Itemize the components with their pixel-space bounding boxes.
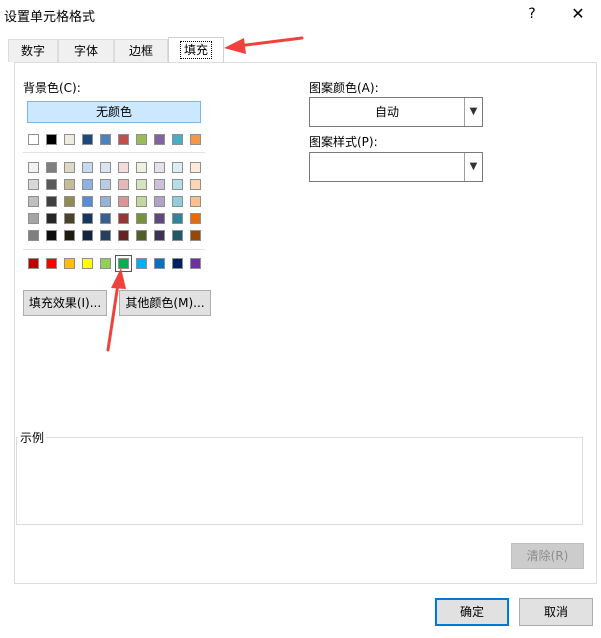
tab-border[interactable]: 边框 — [114, 39, 168, 62]
standard-color-swatch[interactable] — [136, 258, 147, 269]
standard-color-swatch[interactable] — [28, 258, 39, 269]
palette-divider — [23, 152, 205, 153]
theme-shade-swatch[interactable] — [64, 162, 75, 173]
theme-shade-swatch[interactable] — [100, 196, 111, 207]
theme-color-swatch[interactable] — [172, 134, 183, 145]
theme-shade-swatch[interactable] — [46, 196, 57, 207]
tab-font[interactable]: 字体 — [58, 39, 114, 62]
chevron-down-icon[interactable]: ▼ — [464, 153, 482, 181]
theme-shade-swatch[interactable] — [82, 230, 93, 241]
theme-shade-swatch[interactable] — [28, 162, 39, 173]
pattern-color-label: 图案颜色(A): — [309, 81, 379, 95]
standard-color-swatch[interactable] — [115, 255, 132, 272]
theme-shade-swatch[interactable] — [64, 230, 75, 241]
theme-shade-swatch[interactable] — [172, 196, 183, 207]
clear-button[interactable]: 清除(R) — [511, 543, 584, 569]
theme-shade-swatch[interactable] — [64, 213, 75, 224]
standard-color-swatch[interactable] — [172, 258, 183, 269]
standard-color-swatch[interactable] — [190, 258, 201, 269]
help-button[interactable]: ? — [520, 3, 544, 25]
theme-shade-swatch[interactable] — [118, 196, 129, 207]
standard-color-swatch[interactable] — [64, 258, 75, 269]
theme-shade-swatch[interactable] — [82, 179, 93, 190]
theme-shade-swatch[interactable] — [46, 213, 57, 224]
theme-color-swatch[interactable] — [28, 134, 39, 145]
theme-shade-swatch[interactable] — [64, 196, 75, 207]
theme-shade-swatch[interactable] — [190, 196, 201, 207]
dialog-title: 设置单元格格式 — [4, 10, 96, 25]
theme-shade-swatch[interactable] — [28, 179, 39, 190]
pattern-style-select[interactable]: ▼ — [309, 152, 483, 182]
theme-shade-swatch[interactable] — [28, 230, 39, 241]
standard-color-swatch[interactable] — [100, 258, 111, 269]
theme-shade-swatch[interactable] — [154, 196, 165, 207]
theme-shade-swatch[interactable] — [172, 179, 183, 190]
theme-shade-swatch[interactable] — [82, 196, 93, 207]
theme-shade-swatch[interactable] — [100, 213, 111, 224]
standard-color-swatch[interactable] — [82, 258, 93, 269]
theme-shade-swatch[interactable] — [118, 162, 129, 173]
pattern-color-select[interactable]: 自动 ▼ — [309, 97, 483, 127]
pattern-style-label: 图案样式(P): — [309, 135, 378, 149]
theme-shade-swatch[interactable] — [100, 230, 111, 241]
theme-shade-swatch[interactable] — [82, 213, 93, 224]
theme-shade-swatch[interactable] — [64, 179, 75, 190]
theme-shade-swatch[interactable] — [82, 162, 93, 173]
fill-effects-button[interactable]: 填充效果(I)... — [23, 290, 107, 316]
theme-color-swatch[interactable] — [82, 134, 93, 145]
theme-shade-swatch[interactable] — [154, 213, 165, 224]
theme-shade-swatch[interactable] — [118, 213, 129, 224]
theme-shade-swatch[interactable] — [154, 162, 165, 173]
ok-button[interactable]: 确定 — [435, 598, 509, 626]
theme-shade-swatch[interactable] — [118, 230, 129, 241]
close-button[interactable]: ✕ — [566, 3, 590, 25]
chevron-down-icon[interactable]: ▼ — [464, 98, 482, 126]
standard-color-swatch[interactable] — [46, 258, 57, 269]
theme-color-swatch[interactable] — [46, 134, 57, 145]
theme-shade-swatch[interactable] — [190, 213, 201, 224]
theme-color-swatch[interactable] — [190, 134, 201, 145]
theme-color-swatch[interactable] — [154, 134, 165, 145]
theme-shade-swatch[interactable] — [136, 196, 147, 207]
theme-shade-swatch[interactable] — [100, 162, 111, 173]
theme-shade-swatch[interactable] — [136, 162, 147, 173]
standard-color-swatch[interactable] — [154, 258, 165, 269]
theme-shade-swatch[interactable] — [100, 179, 111, 190]
pattern-color-value: 自动 — [374, 105, 399, 119]
theme-color-swatch[interactable] — [136, 134, 147, 145]
theme-shade-swatch[interactable] — [46, 162, 57, 173]
theme-shade-swatch[interactable] — [28, 196, 39, 207]
tab-fill[interactable]: 填充 — [168, 37, 224, 62]
palette-divider — [23, 249, 205, 250]
theme-shade-swatch[interactable] — [136, 230, 147, 241]
theme-shade-swatch[interactable] — [172, 230, 183, 241]
theme-shade-swatch[interactable] — [154, 179, 165, 190]
theme-shade-swatch[interactable] — [46, 179, 57, 190]
theme-shade-swatch[interactable] — [190, 230, 201, 241]
title-bar: 设置单元格格式 ? ✕ — [0, 0, 601, 30]
background-color-label: 背景色(C): — [23, 81, 81, 95]
tab-number[interactable]: 数字 — [8, 39, 58, 62]
theme-color-swatch[interactable] — [100, 134, 111, 145]
theme-shade-swatch[interactable] — [28, 213, 39, 224]
cancel-button[interactable]: 取消 — [519, 598, 593, 626]
theme-shade-swatch[interactable] — [136, 213, 147, 224]
no-color-button[interactable]: 无颜色 — [27, 101, 201, 123]
theme-color-swatch[interactable] — [64, 134, 75, 145]
theme-shade-swatch[interactable] — [172, 162, 183, 173]
theme-shade-swatch[interactable] — [190, 179, 201, 190]
theme-shade-swatch[interactable] — [46, 230, 57, 241]
more-colors-button[interactable]: 其他颜色(M)... — [119, 290, 211, 316]
theme-shade-swatch[interactable] — [154, 230, 165, 241]
theme-color-swatch[interactable] — [118, 134, 129, 145]
arrow-icon — [224, 36, 304, 54]
sample-preview — [16, 437, 583, 525]
theme-shade-swatch[interactable] — [118, 179, 129, 190]
theme-shade-swatch[interactable] — [136, 179, 147, 190]
theme-shade-swatch[interactable] — [172, 213, 183, 224]
sample-label: 示例 — [18, 429, 47, 446]
theme-shade-swatch[interactable] — [190, 162, 201, 173]
